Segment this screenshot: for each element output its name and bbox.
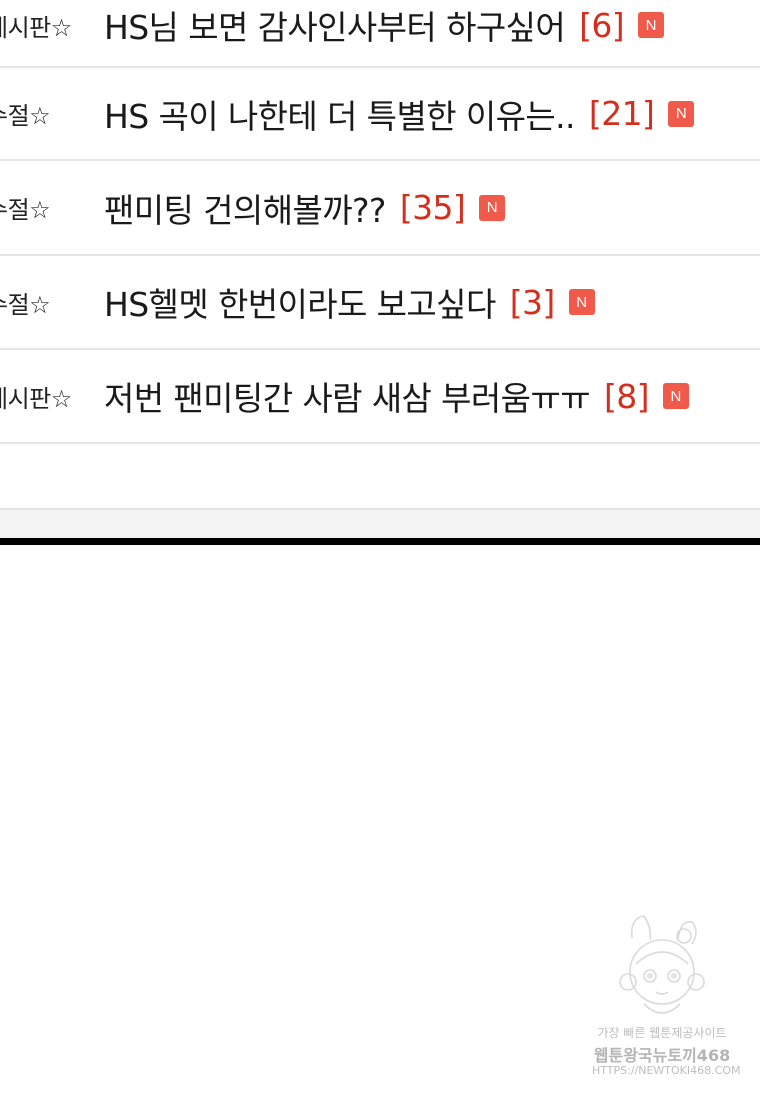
new-badge-icon: N bbox=[568, 289, 595, 315]
post-title[interactable]: HS 곡이 나한테 더 특별한 이유는.. bbox=[104, 90, 576, 138]
list-item[interactable]: 수절☆ 팬미팅 건의해볼까?? [35] N bbox=[0, 161, 760, 256]
new-badge-icon: N bbox=[479, 194, 506, 221]
list-item[interactable]: 게시판☆ HS님 보면 감사인사부터 하구싶어 [6] N bbox=[0, 0, 760, 68]
comment-count[interactable]: [3] bbox=[510, 283, 556, 322]
post-category: 게시판☆ bbox=[0, 13, 72, 42]
comment-count[interactable]: [21] bbox=[589, 94, 655, 133]
list-footer bbox=[0, 508, 760, 538]
watermark: 가장 빠른 웹툰제공사이트 웹툰왕국뉴토끼468 HTTPS://NEWTOKI… bbox=[592, 910, 741, 1085]
post-title[interactable]: 팬미팅 건의해볼까?? bbox=[104, 184, 386, 232]
post-category: 수절☆ bbox=[0, 102, 51, 130]
post-title-wrap: HS 곡이 나한테 더 특별한 이유는.. [21] N bbox=[104, 90, 695, 138]
watermark-tagline: 가장 빠른 웹툰제공사이트 bbox=[597, 1026, 727, 1040]
list-item[interactable]: 수절☆ HS헬멧 한번이라도 보고싶다 [3] N bbox=[0, 256, 760, 350]
new-badge-icon: N bbox=[668, 100, 695, 127]
panel-divider bbox=[0, 538, 760, 545]
watermark-url: HTTPS://NEWTOKI468.COM bbox=[592, 1064, 741, 1077]
post-title[interactable]: HS님 보면 감사인사부터 하구싶어 bbox=[104, 1, 566, 49]
new-badge-icon: N bbox=[662, 383, 689, 409]
watermark-site-name: 웹툰왕국뉴토끼468 bbox=[593, 1046, 731, 1065]
post-category: 수절☆ bbox=[0, 290, 51, 319]
comment-count[interactable]: [35] bbox=[400, 188, 466, 227]
post-title-wrap: HS헬멧 한번이라도 보고싶다 [3] N bbox=[104, 278, 595, 326]
post-category: 수절☆ bbox=[0, 196, 51, 224]
post-title-wrap: 팬미팅 건의해볼까?? [35] N bbox=[104, 184, 506, 232]
list-item[interactable]: 수절☆ HS 곡이 나한테 더 특별한 이유는.. [21] N bbox=[0, 68, 760, 161]
post-title-wrap: 저번 팬미팅간 사람 새삼 부러움ㅠㅠ [8] N bbox=[104, 372, 689, 420]
post-category: 게시판☆ bbox=[0, 384, 72, 413]
mascot-watermark-icon bbox=[619, 915, 705, 1014]
post-title[interactable]: 저번 팬미팅간 사람 새삼 부러움ㅠㅠ bbox=[104, 372, 591, 420]
post-title[interactable]: HS헬멧 한번이라도 보고싶다 bbox=[104, 278, 496, 326]
comment-count[interactable]: [8] bbox=[604, 377, 650, 416]
comment-count[interactable]: [6] bbox=[579, 6, 625, 45]
post-title-wrap: HS님 보면 감사인사부터 하구싶어 [6] N bbox=[104, 1, 665, 49]
new-badge-icon: N bbox=[638, 12, 665, 38]
list-item[interactable]: 게시판☆ 저번 팬미팅간 사람 새삼 부러움ㅠㅠ [8] N bbox=[0, 350, 760, 444]
